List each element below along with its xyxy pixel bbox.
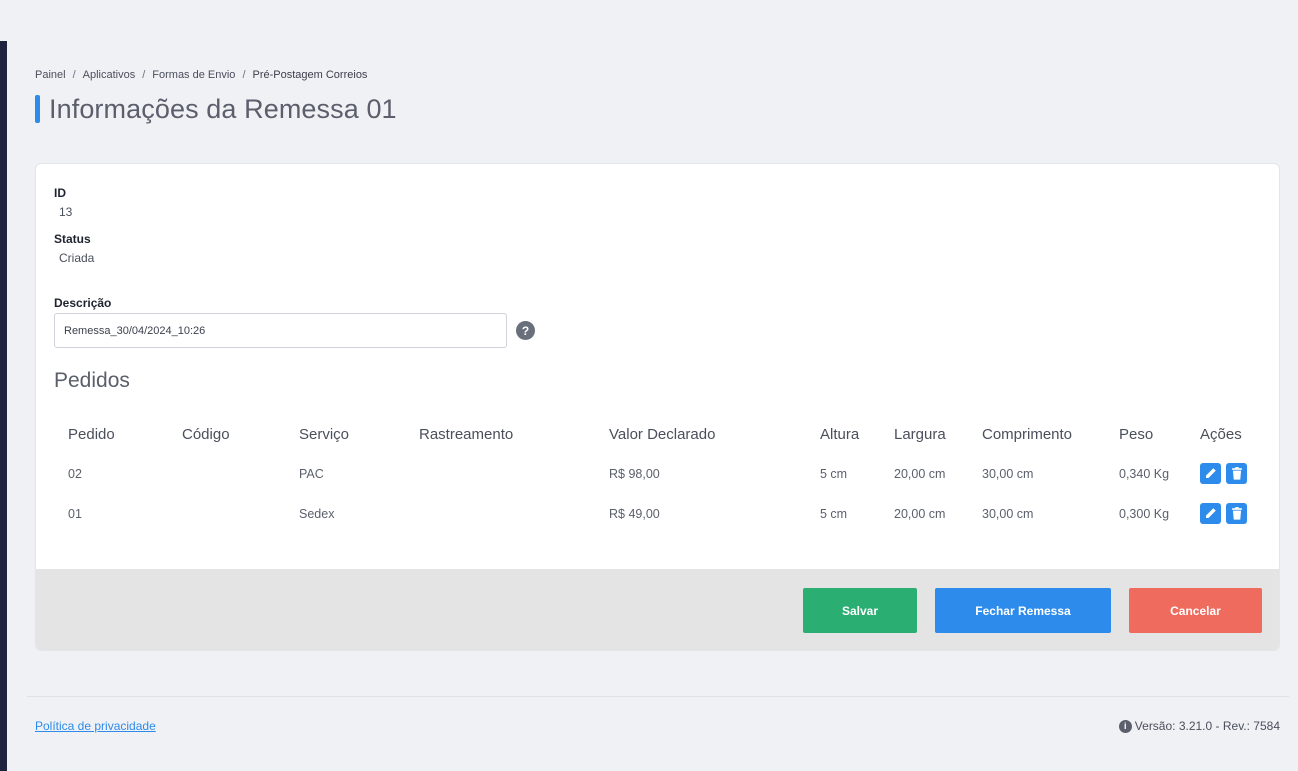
trash-icon — [1231, 467, 1242, 480]
page-header: Informações da Remessa 01 — [35, 93, 397, 125]
delete-order-button[interactable] — [1226, 503, 1247, 524]
card-actions-bar: Salvar Fechar Remessa Cancelar — [36, 569, 1279, 650]
privacy-policy-link[interactable]: Política de privacidade — [35, 719, 156, 733]
cell-valor-declarado: R$ 49,00 — [609, 507, 660, 521]
orders-section-title: Pedidos — [54, 369, 130, 392]
id-value: 13 — [59, 205, 73, 219]
column-header-codigo: Código — [182, 426, 230, 443]
edit-order-button[interactable] — [1200, 503, 1221, 524]
delete-order-button[interactable] — [1226, 463, 1247, 484]
edit-order-button[interactable] — [1200, 463, 1221, 484]
breadcrumb-item-painel[interactable]: Painel — [35, 69, 66, 81]
cell-pedido: 02 — [68, 467, 82, 481]
column-header-comprimento: Comprimento — [982, 426, 1073, 443]
sidebar-edge — [0, 41, 7, 771]
shipment-card: ID 13 Status Criada Descrição ? Pedidos … — [35, 163, 1280, 651]
cell-altura: 5 cm — [820, 507, 848, 521]
version-text: Versão: 3.21.0 - Rev.: 7584 — [1134, 719, 1280, 733]
id-label: ID — [54, 186, 66, 200]
title-accent-bar — [35, 95, 40, 123]
breadcrumb: Painel / Aplicativos / Formas de Envio /… — [35, 69, 367, 81]
cell-pedido: 01 — [68, 507, 82, 521]
cell-servico: Sedex — [299, 507, 335, 521]
pencil-icon — [1206, 508, 1216, 518]
description-input[interactable] — [54, 313, 507, 348]
breadcrumb-separator: / — [242, 69, 246, 81]
cell-valor-declarado: R$ 98,00 — [609, 467, 660, 481]
breadcrumb-item-aplicativos[interactable]: Aplicativos — [83, 69, 136, 81]
column-header-altura: Altura — [820, 426, 860, 443]
footer-divider — [27, 696, 1289, 697]
cell-comprimento: 30,00 cm — [982, 467, 1034, 481]
close-shipment-button[interactable]: Fechar Remessa — [935, 588, 1111, 633]
cell-largura: 20,00 cm — [894, 507, 946, 521]
column-header-largura: Largura — [894, 426, 946, 443]
cell-altura: 5 cm — [820, 467, 848, 481]
cell-servico: PAC — [299, 467, 324, 481]
breadcrumb-item-current: Pré-Postagem Correios — [252, 69, 368, 81]
column-header-peso: Peso — [1119, 426, 1154, 443]
breadcrumb-separator: / — [142, 69, 146, 81]
column-header-servico: Serviço — [299, 426, 350, 443]
info-icon: i — [1118, 719, 1132, 733]
cell-peso: 0,300 Kg — [1119, 507, 1170, 521]
version-info: i Versão: 3.21.0 - Rev.: 7584 — [1118, 719, 1280, 733]
status-value: Criada — [59, 251, 95, 265]
column-header-acoes: Ações — [1200, 426, 1242, 443]
save-button[interactable]: Salvar — [803, 588, 917, 633]
pencil-icon — [1206, 468, 1216, 478]
cell-peso: 0,340 Kg — [1119, 467, 1170, 481]
status-label: Status — [54, 232, 91, 246]
column-header-pedido: Pedido — [68, 426, 115, 443]
cell-largura: 20,00 cm — [894, 467, 946, 481]
cancel-button[interactable]: Cancelar — [1129, 588, 1262, 633]
breadcrumb-item-formas-de-envio[interactable]: Formas de Envio — [152, 69, 235, 81]
question-circle-icon[interactable]: ? — [516, 321, 535, 340]
column-header-rastreamento: Rastreamento — [419, 426, 514, 443]
breadcrumb-separator: / — [72, 69, 76, 81]
page-title: Informações da Remessa 01 — [49, 93, 397, 124]
description-label: Descrição — [54, 296, 112, 310]
column-header-valor-declarado: Valor Declarado — [609, 426, 716, 443]
trash-icon — [1231, 507, 1242, 520]
cell-comprimento: 30,00 cm — [982, 507, 1034, 521]
